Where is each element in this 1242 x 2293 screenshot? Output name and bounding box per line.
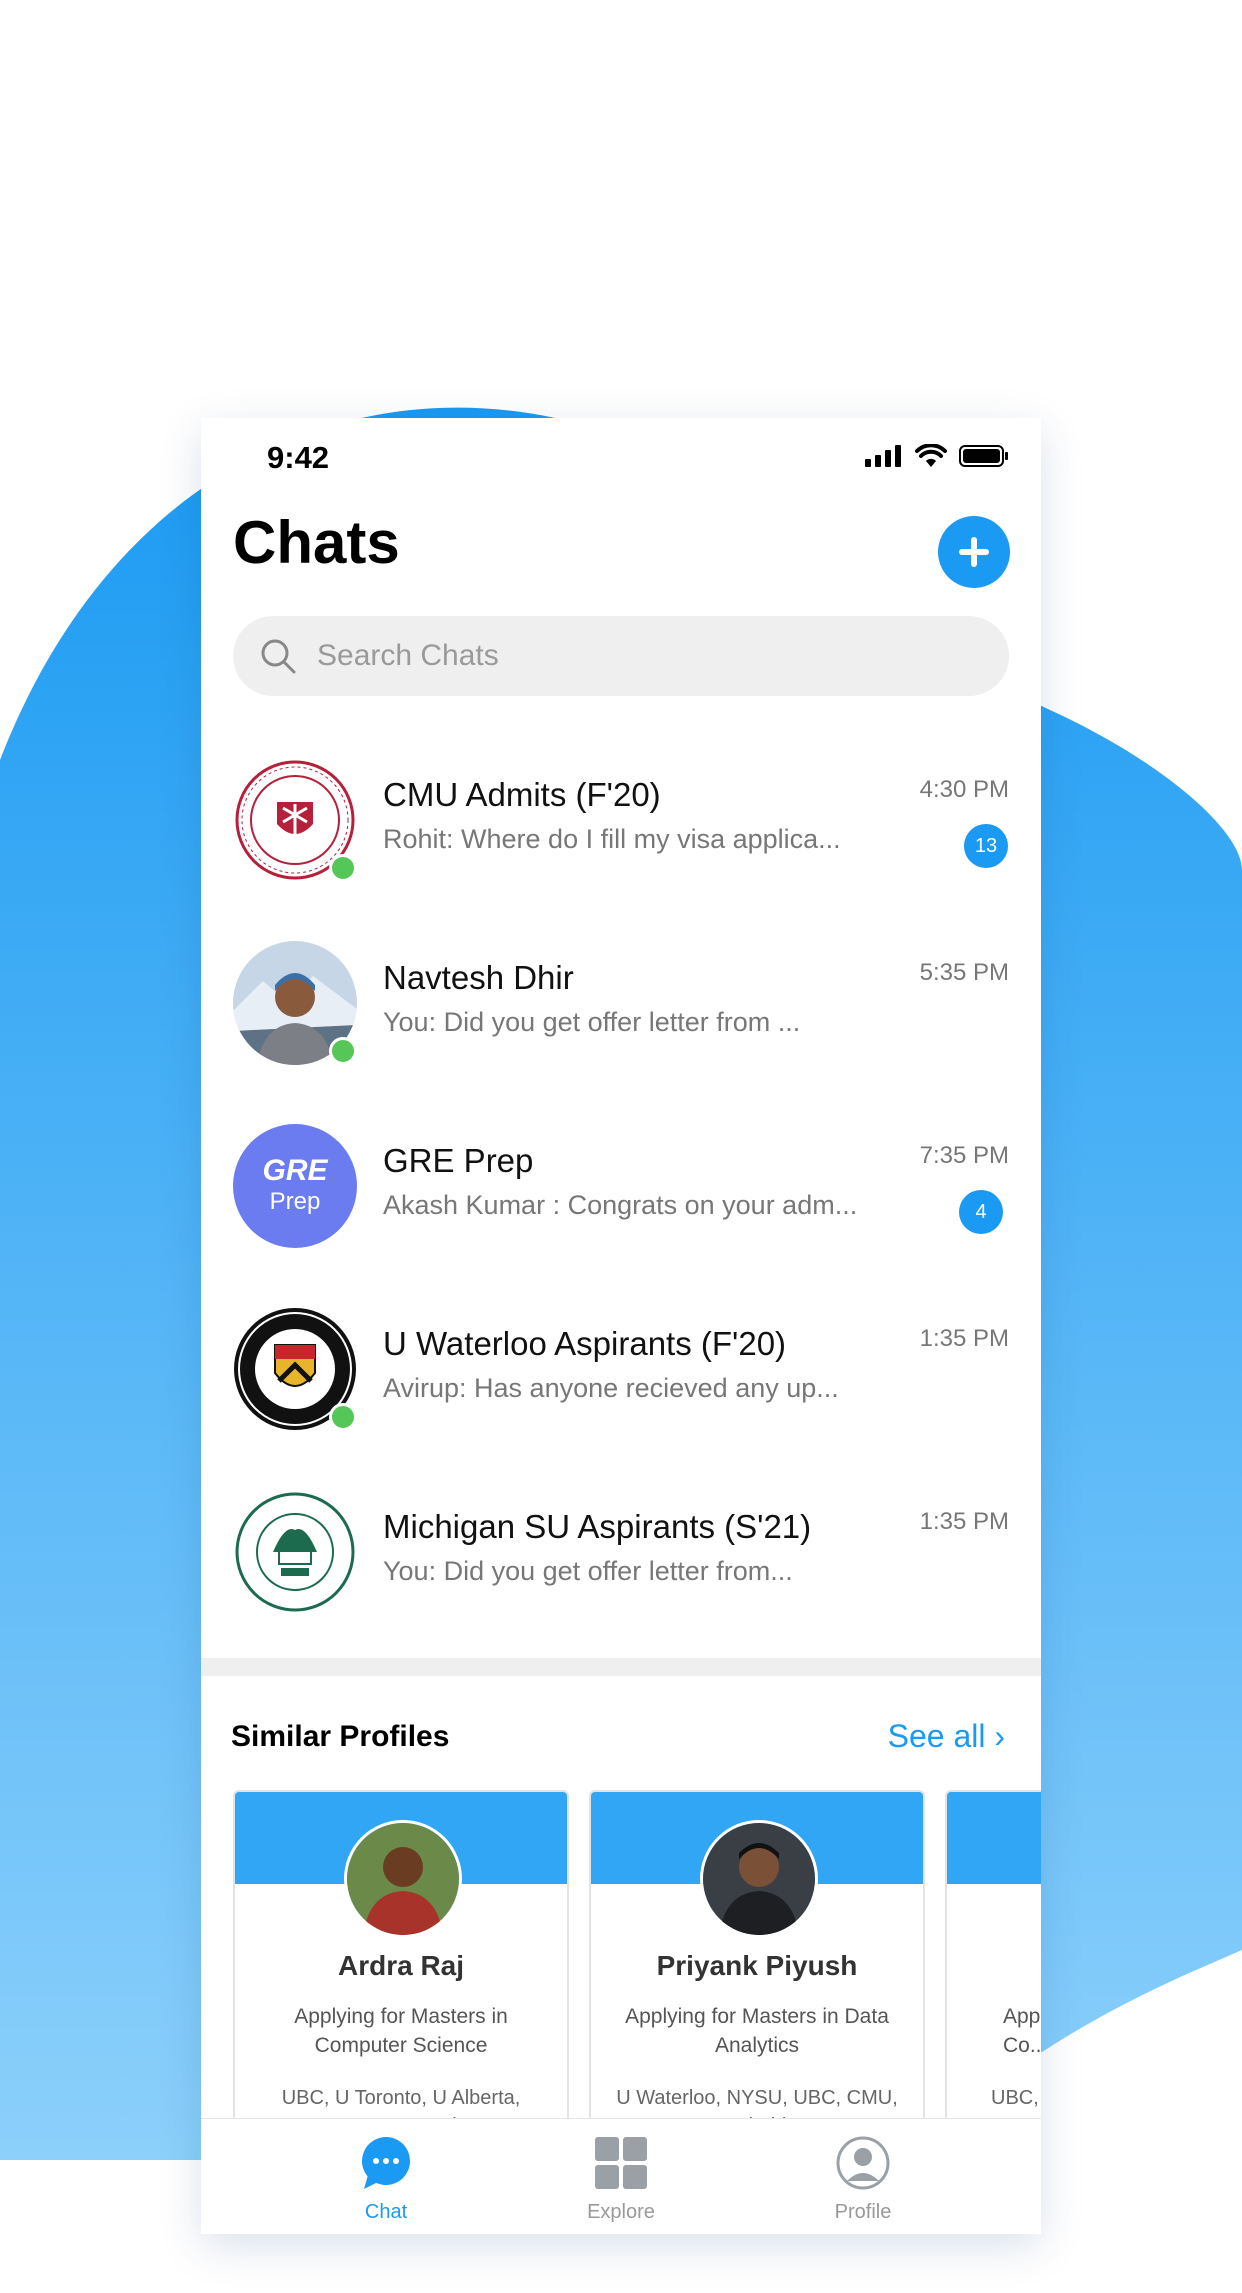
chat-preview: You: Did you get offer letter from ...: [383, 1007, 801, 1037]
chat-row-michigan-state[interactable]: Michigan SU Aspirants (S'21) You: Did yo…: [201, 1472, 1041, 1632]
card-header: [947, 1792, 1041, 1884]
gre-avatar-line2: Prep: [269, 1188, 321, 1215]
unread-badge: 4: [959, 1190, 1003, 1234]
bottom-tab-bar: Chat Explore Profile: [201, 2118, 1041, 2234]
profile-name: Priyank Piyush: [656, 1950, 858, 1981]
chat-row-cmu[interactable]: CMU Admits (F'20) Rohit: Where do I fill…: [201, 740, 1041, 900]
battery-icon: [959, 445, 1008, 467]
tab-label: Profile: [834, 2201, 892, 2223]
profile-name: Ardra Raj: [337, 1950, 465, 1981]
tab-label: Chat: [364, 2201, 408, 2223]
profile-description: Appl... Co...: [1003, 2005, 1041, 2057]
section-divider: [201, 1658, 1041, 1676]
page-title: Chats: [233, 509, 400, 576]
chat-name: U Waterloo Aspirants (F'20): [383, 1325, 787, 1362]
chat-time: 4:30 PM: [919, 776, 1009, 803]
unread-badge: 13: [964, 824, 1008, 868]
search-icon: [261, 639, 296, 674]
online-indicator: [329, 1037, 357, 1065]
chat-name: CMU Admits (F'20): [383, 776, 661, 813]
online-indicator: [329, 1403, 357, 1431]
tab-explore[interactable]: Explore: [551, 2129, 691, 2229]
chat-row-gre-prep[interactable]: GRE Prep GRE Prep Akash Kumar : Congrats…: [201, 1106, 1041, 1266]
wifi-icon: [915, 444, 947, 467]
chat-row-waterloo[interactable]: U Waterloo Aspirants (F'20) Avirup: Has …: [201, 1289, 1041, 1449]
chat-preview: Rohit: Where do I fill my visa applica..…: [383, 824, 841, 854]
chat-time: 7:35 PM: [919, 1142, 1009, 1169]
msu-seal-icon: [234, 1491, 356, 1613]
see-all-link[interactable]: See all ›: [888, 1718, 1005, 1755]
chat-time: 5:35 PM: [919, 959, 1009, 986]
phone-screen: 9:42 Chats Search Chats CMU Admits (F'20…: [201, 418, 1041, 2234]
profile-description: Applying for Masters in Computer Science: [294, 2005, 508, 2057]
signal-icon: [865, 445, 901, 467]
online-indicator: [329, 854, 357, 882]
user-circle-icon: [836, 2136, 890, 2190]
chat-preview: Akash Kumar : Congrats on your adm...: [383, 1190, 858, 1220]
tab-label: Explore: [587, 2201, 655, 2223]
status-time: 9:42: [267, 440, 330, 475]
search-bar[interactable]: [233, 616, 1009, 696]
person-photo-icon: [703, 1823, 815, 1935]
gre-prep-avatar: GRE Prep: [233, 1124, 357, 1248]
chat-name: Michigan SU Aspirants (S'21): [383, 1508, 812, 1545]
chat-preview: You: Did you get offer letter from...: [383, 1556, 793, 1586]
status-icons: [865, 444, 1009, 468]
plus-icon: [959, 537, 989, 567]
tab-chat[interactable]: Chat: [316, 2129, 456, 2229]
profile-description: Applying for Masters in Data Analytics: [625, 2005, 889, 2057]
chat-name: GRE Prep: [383, 1142, 534, 1179]
grid-icon: [595, 2137, 647, 2189]
msu-seal-avatar: [233, 1490, 357, 1614]
search-input[interactable]: [315, 638, 1009, 674]
chat-row-navtesh[interactable]: Navtesh Dhir You: Did you get offer lett…: [201, 923, 1041, 1083]
chat-preview: Avirup: Has anyone recieved any up...: [383, 1373, 839, 1403]
person-photo-icon: [347, 1823, 459, 1935]
gre-avatar-line1: GRE: [262, 1154, 328, 1187]
chat-time: 1:35 PM: [919, 1325, 1009, 1352]
avatar: [344, 1820, 462, 1938]
tab-profile[interactable]: Profile: [793, 2129, 933, 2229]
similar-profiles-title: Similar Profiles: [231, 1720, 450, 1753]
chat-time: 1:35 PM: [919, 1508, 1009, 1535]
new-chat-button[interactable]: [938, 516, 1010, 588]
chat-name: Navtesh Dhir: [383, 959, 574, 996]
chat-bubble-icon: [362, 2137, 410, 2189]
avatar: [700, 1820, 818, 1938]
